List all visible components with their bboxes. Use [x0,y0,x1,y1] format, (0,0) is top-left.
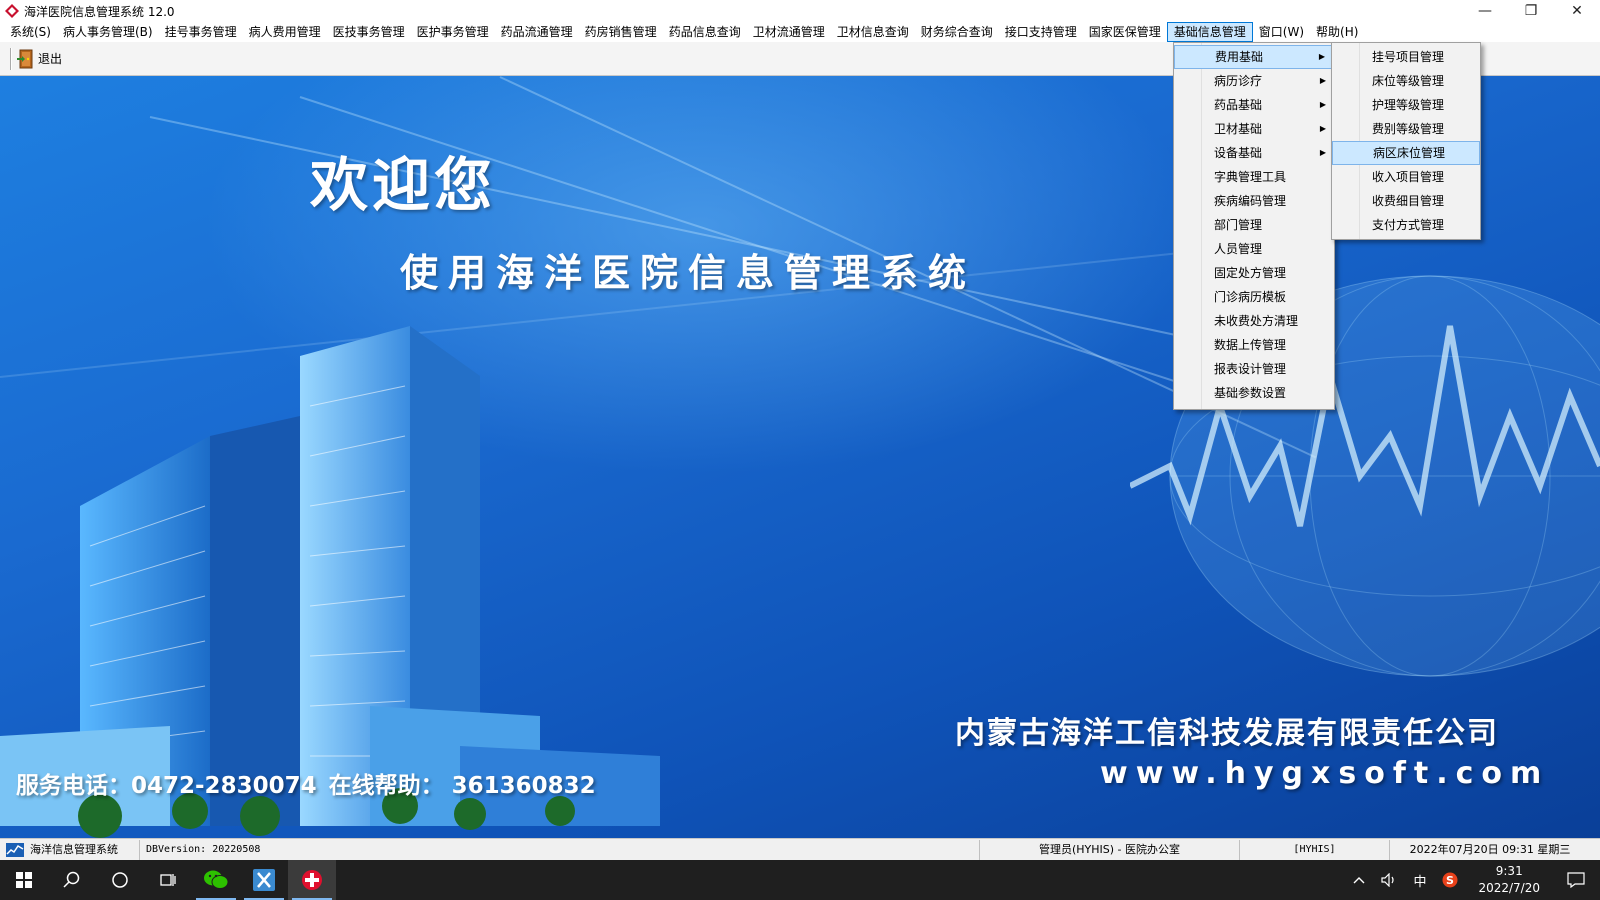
menu-patient-fees[interactable]: 病人费用管理 [243,22,327,42]
menu-item-supply-basis[interactable]: 卫材基础 ▶ [1174,117,1334,141]
task-view-icon [160,874,176,886]
status-datetime: 2022年07月20日 09:31 星期三 [1409,842,1571,856]
menu-window[interactable]: 窗口(W) [1253,22,1310,42]
taskbar-hospital-app[interactable] [288,860,336,900]
status-app-name: 海洋信息管理系统 [30,842,118,856]
menu-national-insurance[interactable]: 国家医保管理 [1083,22,1167,42]
menu-item-dictionary-tool[interactable]: 字典管理工具 [1174,165,1334,189]
menu-item-medical-record[interactable]: 病历诊疗 ▶ [1174,69,1334,93]
menu-item-data-upload[interactable]: 数据上传管理 [1174,333,1334,357]
basic-info-dropdown: 费用基础 ▶ 病历诊疗 ▶ 药品基础 ▶ 卫材基础 ▶ 设备基础 ▶ 字典管理工具 疾病编… [1173,42,1335,410]
menu-item-outpatient-template[interactable]: 门诊病历模板 [1174,285,1334,309]
menu-item-payment-methods[interactable]: 支付方式管理 [1332,213,1480,237]
menu-interface-support[interactable]: 接口支持管理 [999,22,1083,42]
company-name: 内蒙古海洋工信科技发展有限责任公司 [955,716,1499,751]
fee-basis-submenu: 挂号项目管理 床位等级管理 护理等级管理 费别等级管理 病区床位管理 收入项目管… [1331,42,1481,240]
menu-item-fee-details[interactable]: 收费细目管理 [1332,189,1480,213]
sogou-ime-icon[interactable]: S [1434,860,1466,900]
status-app: 海洋信息管理系统 [0,839,140,860]
menu-item-basic-params[interactable]: 基础参数设置 [1174,381,1334,405]
toolbar-grip [10,47,12,70]
menu-item-fee-basis[interactable]: 费用基础 ▶ [1174,45,1334,69]
menu-item-department[interactable]: 部门管理 [1174,213,1334,237]
cortana-button[interactable] [96,860,144,900]
svg-text:S: S [1447,874,1455,887]
service-contact: 服务电话：0472-2830074 在线帮助： 361360832 [16,766,596,800]
menu-medical-tech[interactable]: 医技事务管理 [327,22,411,42]
menu-item-registration-items[interactable]: 挂号项目管理 [1332,45,1480,69]
menu-system[interactable]: 系统(S) [4,22,57,42]
restore-button[interactable]: ❐ [1508,0,1554,22]
submenu-arrow-icon: ▶ [1319,124,1326,133]
menu-item-equipment-basis[interactable]: 设备基础 ▶ [1174,141,1334,165]
menu-supply-circulation[interactable]: 卫材流通管理 [747,22,831,42]
menu-pharmacy-sales[interactable]: 药房销售管理 [579,22,663,42]
menu-item-fixed-prescription[interactable]: 固定处方管理 [1174,261,1334,285]
exit-label: 退出 [38,52,63,66]
taskbar-app-x[interactable] [240,860,288,900]
menu-item-ward-bed[interactable]: 病区床位管理 [1332,141,1480,165]
windows-taskbar: 中 S 9:31 2022/7/20 [0,860,1600,900]
ime-indicator[interactable]: 中 [1405,860,1434,900]
hospital-cross-icon [302,870,322,890]
welcome-heading: 欢迎您 [310,151,497,219]
notification-icon[interactable] [1552,860,1600,900]
clock-time: 9:31 [1495,864,1523,878]
system-tray: 中 S 9:31 2022/7/20 [1345,860,1600,900]
menu-item-unpaid-cleanup[interactable]: 未收费处方清理 [1174,309,1334,333]
submenu-arrow-icon: ▶ [1319,76,1326,85]
exit-door-icon [17,49,33,68]
app-logo-icon [5,4,19,18]
app-x-icon [253,869,275,891]
menu-item-staff[interactable]: 人员管理 [1174,237,1334,261]
status-user: 管理员(HYHIS) - 医院办公室 [980,839,1240,860]
company-website: www.hygxsoft.com [1100,756,1550,791]
status-bar: 海洋信息管理系统 DBVersion: 20220508 管理员(HYHIS) … [0,838,1600,860]
taskbar-clock[interactable]: 9:31 2022/7/20 [1466,863,1552,897]
close-button[interactable]: ✕ [1554,0,1600,22]
status-db-version: DBVersion: 20220508 [140,839,980,860]
menu-supply-query[interactable]: 卫材信息查询 [831,22,915,42]
chart-line-icon [6,842,24,857]
volume-icon[interactable] [1373,860,1405,900]
menu-item-bed-grade[interactable]: 床位等级管理 [1332,69,1480,93]
wechat-icon [204,870,229,889]
taskbar-wechat[interactable] [192,860,240,900]
menu-item-drug-basis[interactable]: 药品基础 ▶ [1174,93,1334,117]
menu-item-disease-code[interactable]: 疾病编码管理 [1174,189,1334,213]
online-help: 在线帮助： 361360832 [328,773,596,799]
menu-item-income-items[interactable]: 收入项目管理 [1332,165,1480,189]
menu-item-fee-category[interactable]: 费别等级管理 [1332,117,1480,141]
menu-nursing[interactable]: 医护事务管理 [411,22,495,42]
tray-expand-icon[interactable] [1345,860,1373,900]
menu-finance-query[interactable]: 财务综合查询 [915,22,999,42]
hospital-building-image [0,326,660,838]
search-button[interactable] [48,860,96,900]
submenu-arrow-icon: ▶ [1319,148,1326,157]
search-icon [63,871,80,888]
window-title: 海洋医院信息管理系统 12.0 [24,4,175,19]
service-phone: 服务电话：0472-2830074 [16,773,317,799]
menu-item-report-design[interactable]: 报表设计管理 [1174,357,1334,381]
submenu-arrow-icon: ▶ [1319,100,1326,109]
submenu-arrow-icon: ▶ [1318,52,1325,61]
exit-button[interactable]: 退出 [16,48,62,70]
cortana-circle-icon [112,872,128,888]
status-code: [HYHIS] [1240,839,1390,860]
task-view-button[interactable] [144,860,192,900]
menu-item-nursing-grade[interactable]: 护理等级管理 [1332,93,1480,117]
minimize-button[interactable]: — [1462,0,1508,22]
menu-drug-query[interactable]: 药品信息查询 [663,22,747,42]
menu-registration[interactable]: 挂号事务管理 [159,22,243,42]
menu-bar: 系统(S) 病人事务管理(B) 挂号事务管理 病人费用管理 医技事务管理 医护事… [0,22,1600,42]
clock-date: 2022/7/20 [1478,881,1540,895]
welcome-subtitle: 使用海洋医院信息管理系统 [400,251,977,295]
menu-basic-info[interactable]: 基础信息管理 [1166,22,1253,42]
menu-drug-circulation[interactable]: 药品流通管理 [495,22,579,42]
menu-patient-affairs[interactable]: 病人事务管理(B) [57,22,159,42]
title-bar: 海洋医院信息管理系统 12.0 — ❐ ✕ [0,0,1600,22]
start-button[interactable] [0,860,48,900]
windows-logo-icon [16,872,32,888]
menu-help[interactable]: 帮助(H) [1310,22,1364,42]
